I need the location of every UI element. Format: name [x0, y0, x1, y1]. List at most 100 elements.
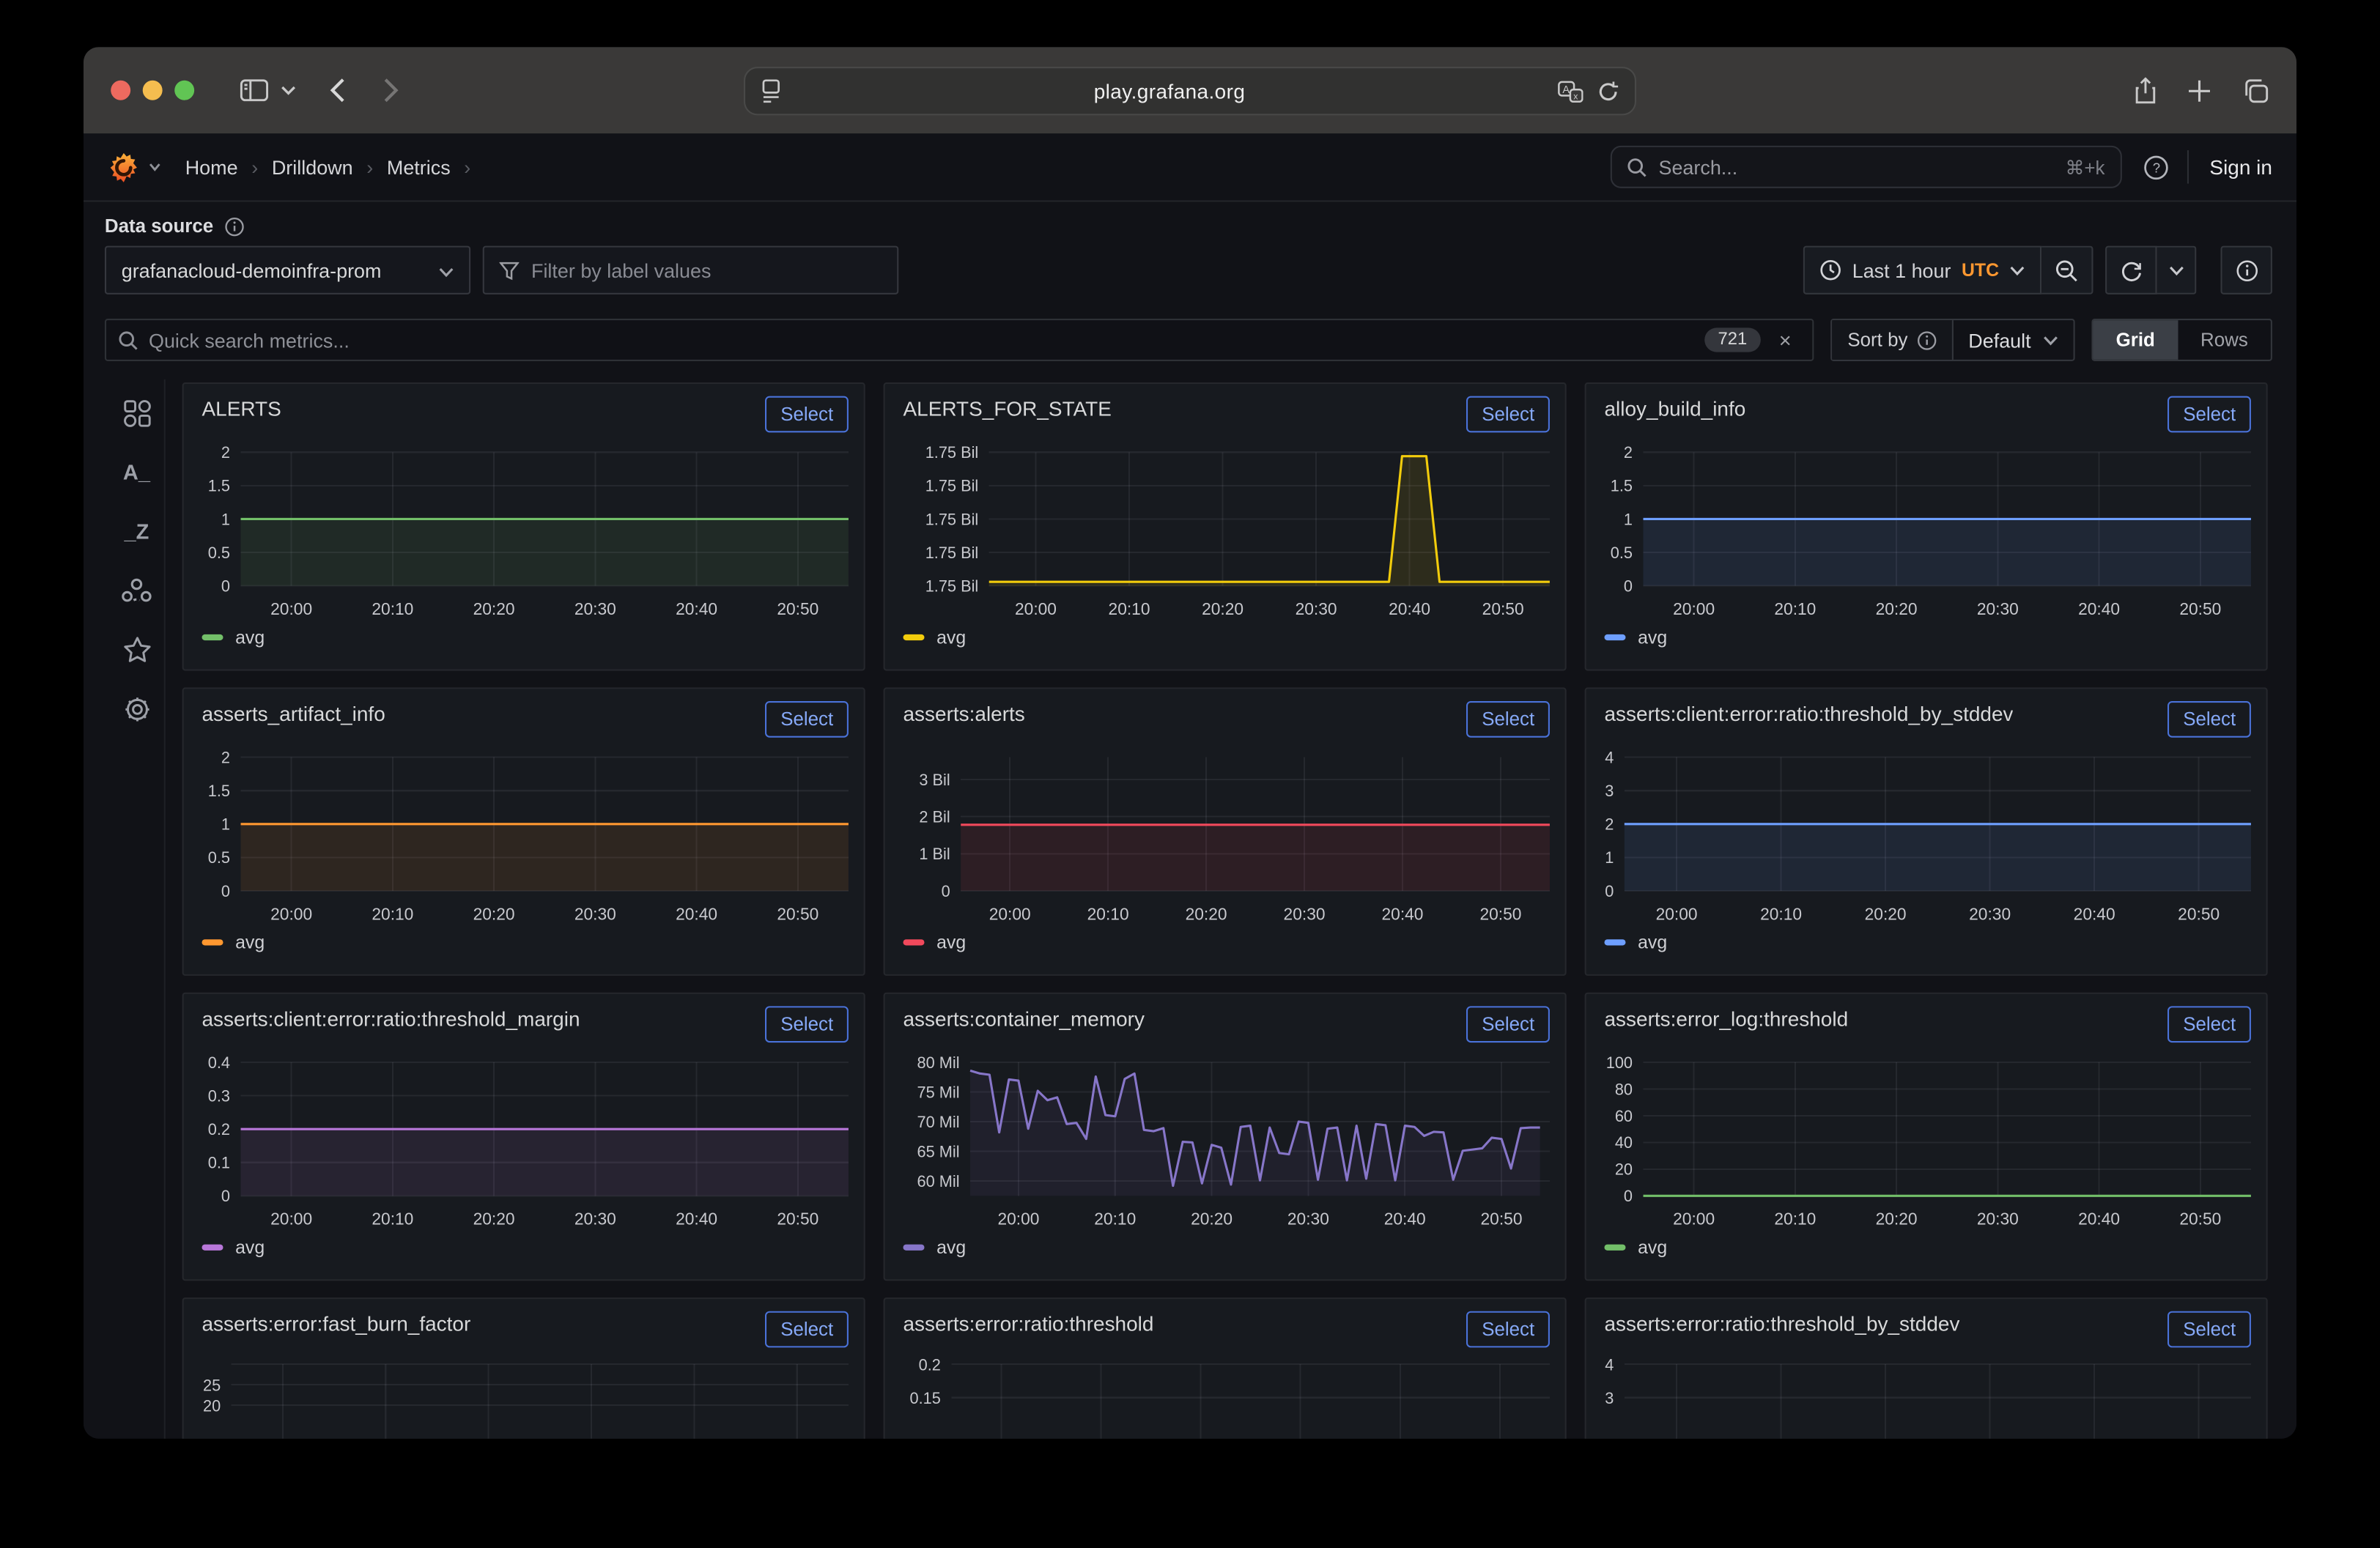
reload-icon[interactable]: [1597, 80, 1619, 103]
select-button[interactable]: Select: [766, 1311, 849, 1348]
org-switcher-chevron-icon[interactable]: [149, 163, 161, 171]
page-info-button[interactable]: [2221, 246, 2272, 295]
chart-legend[interactable]: avg: [903, 627, 967, 648]
x-axis-tick: 20:30: [574, 599, 616, 618]
chart-legend[interactable]: avg: [903, 932, 967, 953]
sort-control: Sort by Default: [1831, 319, 2075, 361]
refresh-button[interactable]: [2105, 246, 2157, 295]
metric-chart[interactable]: 2520: [184, 1354, 867, 1439]
share-icon[interactable]: [2134, 77, 2157, 104]
select-button[interactable]: Select: [766, 1006, 849, 1043]
select-button[interactable]: Select: [1467, 701, 1550, 738]
view-toggle-rows[interactable]: Rows: [2178, 320, 2271, 360]
help-icon[interactable]: ?: [2143, 154, 2168, 179]
select-button[interactable]: Select: [2168, 701, 2251, 738]
back-button[interactable]: [330, 78, 347, 103]
new-tab-icon[interactable]: [2187, 78, 2211, 103]
x-axis-tick: 20:20: [1186, 904, 1227, 923]
chart-legend[interactable]: avg: [202, 627, 265, 648]
tab-overview-icon[interactable]: [2242, 78, 2269, 103]
metric-chart[interactable]: 20:0020:1020:2020:3020:4020:5021.510.50: [184, 744, 867, 932]
metric-chart[interactable]: 20:0020:1020:2020:3020:4020:501.75 Bil1.…: [885, 439, 1568, 627]
select-button[interactable]: Select: [2168, 1311, 2251, 1348]
y-axis-tick: 100: [1606, 1053, 1633, 1072]
breadcrumb-home[interactable]: Home: [185, 155, 238, 178]
metric-chart[interactable]: 20:0020:1020:2020:3020:4020:503 Bil2 Bil…: [885, 744, 1568, 932]
chevron-down-icon: [2010, 264, 2025, 275]
refresh-interval-dropdown[interactable]: [2157, 246, 2197, 295]
apps-grid-icon[interactable]: [120, 396, 154, 430]
select-button[interactable]: Select: [1467, 1006, 1550, 1043]
grafana-logo[interactable]: [108, 151, 140, 183]
select-button[interactable]: Select: [1467, 396, 1550, 433]
label-filter-input[interactable]: Filter by label values: [483, 246, 899, 295]
legend-series-name: avg: [235, 932, 265, 953]
forward-button[interactable]: [382, 78, 399, 103]
select-button[interactable]: Select: [766, 701, 849, 738]
y-axis-tick: 2 Bil: [919, 808, 950, 826]
legend-color-pill: [1605, 634, 1626, 640]
sidebar-chevron-icon[interactable]: [281, 85, 296, 96]
metric-chart[interactable]: 20:0020:1020:2020:3020:4020:5021.510.50: [1586, 439, 2269, 627]
metric-chart[interactable]: 20:0020:1020:2020:3020:4020:501008060402…: [1586, 1048, 2269, 1237]
nav-search-input[interactable]: Search... ⌘+k: [1610, 146, 2121, 188]
browser-window: play.grafana.org A x: [84, 47, 2296, 1439]
x-axis-tick: 20:40: [2078, 599, 2120, 618]
time-range-picker[interactable]: Last 1 hour UTC: [1803, 246, 2041, 295]
metric-chart[interactable]: 0.20.15: [885, 1354, 1568, 1439]
metric-panel: asserts:error:ratio:threshold_by_stddev …: [1585, 1297, 2268, 1439]
y-axis-tick: 1.5: [208, 477, 230, 495]
select-button[interactable]: Select: [766, 396, 849, 433]
select-button[interactable]: Select: [1467, 1311, 1550, 1348]
minimize-window-button[interactable]: [143, 81, 163, 100]
zoom-window-button[interactable]: [174, 81, 194, 100]
chart-legend[interactable]: avg: [1605, 627, 1668, 648]
gear-icon[interactable]: [120, 692, 154, 726]
sort-alpha-asc-icon[interactable]: A_: [120, 455, 154, 489]
close-window-button[interactable]: [111, 81, 130, 100]
metric-panel: asserts:client:error:ratio:threshold_mar…: [182, 993, 865, 1281]
sidebar-toggle-icon[interactable]: [240, 79, 268, 102]
select-button[interactable]: Select: [2168, 396, 2251, 433]
reader-view-icon[interactable]: [761, 79, 782, 103]
data-source-select[interactable]: grafanacloud-demoinfra-prom: [105, 246, 470, 295]
panel-title: ALERTS_FOR_STATE: [903, 398, 1112, 421]
chart-legend[interactable]: avg: [903, 1237, 967, 1258]
chart-legend[interactable]: avg: [202, 932, 265, 953]
metric-chart[interactable]: 20:0020:1020:2020:3020:4020:500.40.30.20…: [184, 1048, 867, 1237]
sign-in-button[interactable]: Sign in: [2209, 155, 2272, 178]
close-icon[interactable]: ×: [1779, 327, 1792, 352]
metric-chart[interactable]: 20:0020:1020:2020:3020:4020:5043210: [1586, 744, 2269, 932]
translate-icon[interactable]: A x: [1557, 80, 1583, 103]
metric-panel: asserts:alerts Select 20:0020:1020:2020:…: [884, 687, 1567, 976]
url-bar[interactable]: play.grafana.org A x: [744, 67, 1636, 115]
x-axis-tick: 20:50: [2179, 599, 2221, 618]
x-axis-tick: 20:20: [1191, 1210, 1232, 1229]
y-axis-tick: 3: [1605, 1389, 1614, 1407]
info-icon[interactable]: [224, 216, 244, 236]
legend-series-name: avg: [936, 1237, 966, 1258]
legend-series-name: avg: [235, 1237, 265, 1258]
quick-search-input[interactable]: Quick search metrics... 721 ×: [105, 319, 1814, 361]
metric-chart[interactable]: 20:0020:1020:2020:3020:4020:5080 Mil75 M…: [885, 1048, 1568, 1237]
star-icon[interactable]: [120, 633, 154, 667]
user-group-icon[interactable]: [120, 574, 154, 607]
sort-select[interactable]: Default: [1954, 320, 2074, 360]
metric-chart[interactable]: 43: [1586, 1354, 2269, 1439]
sort-alpha-desc-icon[interactable]: _Z: [120, 514, 154, 548]
y-axis-tick: 0: [221, 1187, 230, 1205]
legend-color-pill: [202, 939, 223, 945]
chart-legend[interactable]: avg: [1605, 932, 1668, 953]
view-toggle-grid[interactable]: Grid: [2093, 320, 2178, 360]
chart-legend[interactable]: avg: [1605, 1237, 1668, 1258]
info-icon[interactable]: [1917, 330, 1937, 350]
x-axis-tick: 20:20: [1876, 1210, 1918, 1229]
select-button[interactable]: Select: [2168, 1006, 2251, 1043]
breadcrumb-metrics[interactable]: Metrics: [387, 155, 451, 178]
chart-legend[interactable]: avg: [202, 1237, 265, 1258]
x-axis-tick: 20:20: [473, 599, 515, 618]
zoom-out-button[interactable]: [2041, 246, 2093, 295]
x-axis-tick: 20:40: [1384, 1210, 1426, 1229]
breadcrumb-drilldown[interactable]: Drilldown: [272, 155, 353, 178]
metric-chart[interactable]: 20:0020:1020:2020:3020:4020:5021.510.50: [184, 439, 867, 627]
